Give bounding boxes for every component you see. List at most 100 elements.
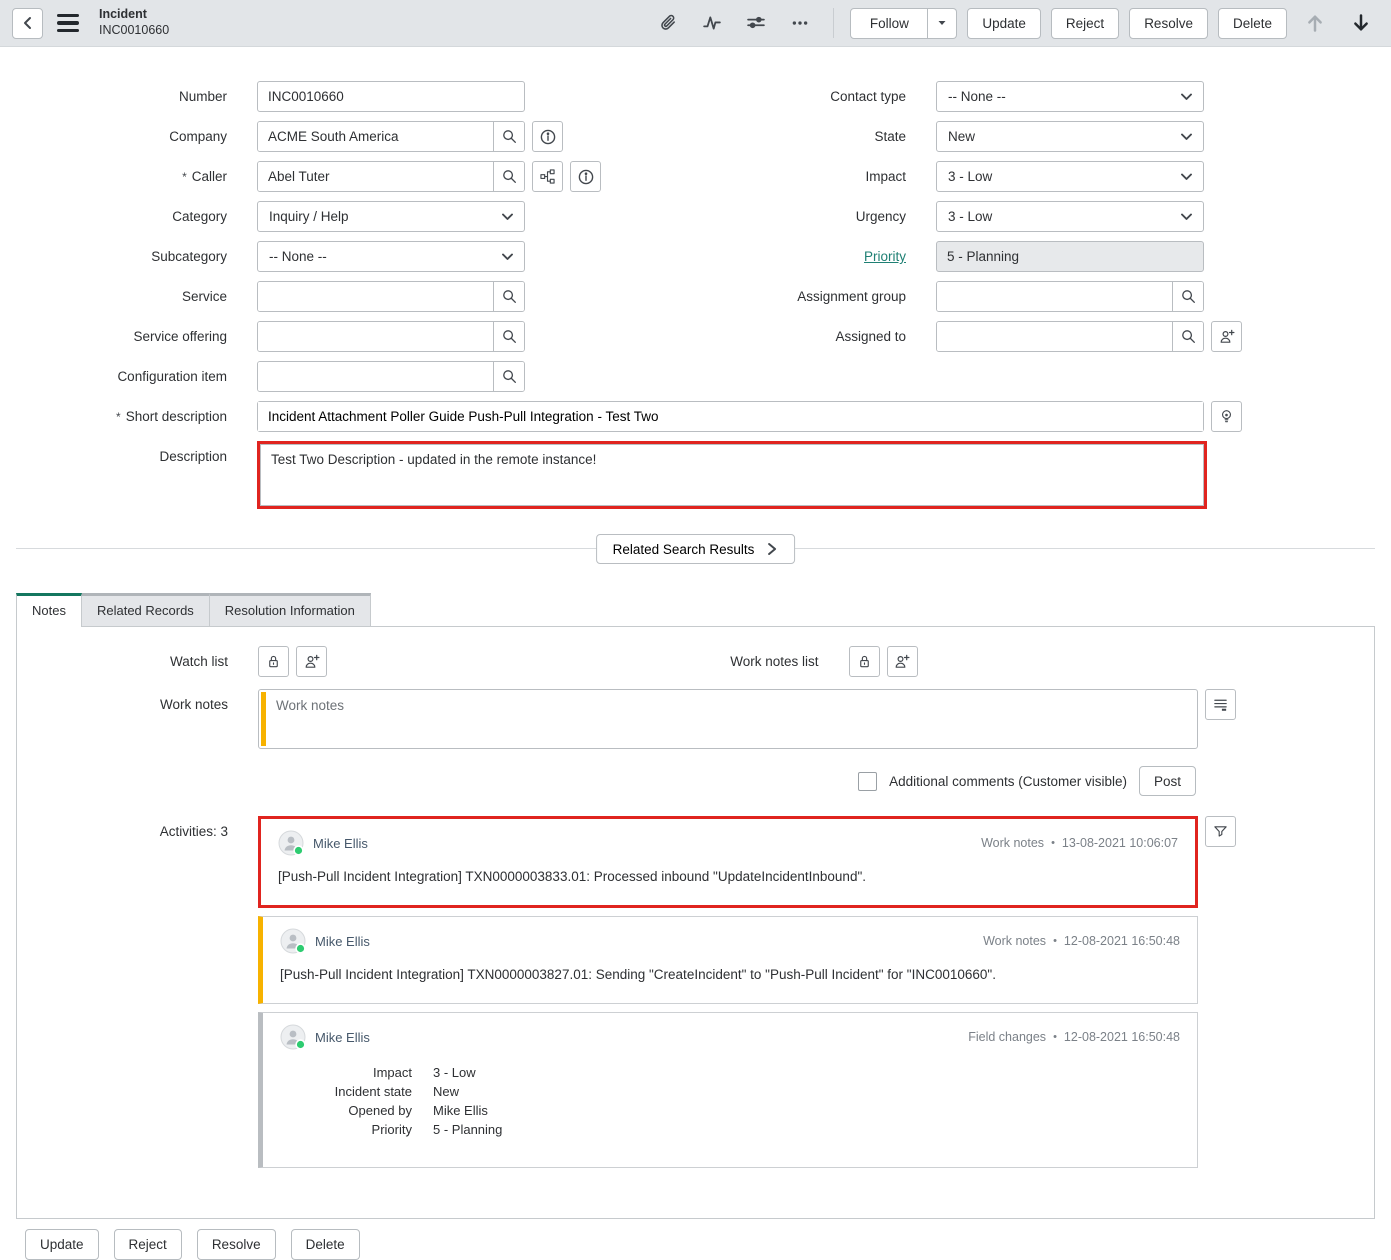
description-textarea[interactable]: Test Two Description - updated in the re… <box>260 444 1204 506</box>
resolve-button-footer[interactable]: Resolve <box>197 1229 276 1260</box>
next-record-icon[interactable] <box>1343 13 1379 33</box>
company-lookup-button[interactable] <box>493 122 524 151</box>
short-description-input[interactable] <box>258 402 1203 431</box>
service-offering-lookup-button[interactable] <box>493 322 524 351</box>
watch-list-add-person-button[interactable] <box>296 646 327 677</box>
field-change-name: Priority <box>280 1120 412 1139</box>
update-button-header[interactable]: Update <box>967 8 1041 39</box>
category-select[interactable]: Inquiry / Help <box>257 201 525 232</box>
assigned-to-lookup-button[interactable] <box>1172 322 1203 351</box>
work-notes-list-add-person-button[interactable] <box>887 646 918 677</box>
company-reference-field <box>257 121 525 152</box>
caller-show-related-button[interactable] <box>532 161 563 192</box>
resolve-button-header[interactable]: Resolve <box>1129 8 1208 39</box>
activities-count-label: Activities: 3 <box>17 816 258 839</box>
configuration-item-lookup-button[interactable] <box>493 362 524 391</box>
chevron-left-icon <box>20 15 36 31</box>
person-plus-icon <box>1219 329 1235 345</box>
company-input[interactable] <box>258 122 493 151</box>
info-icon <box>578 169 594 185</box>
post-button[interactable]: Post <box>1139 766 1196 796</box>
tab-related-records[interactable]: Related Records <box>81 593 210 626</box>
service-reference-field <box>257 281 525 312</box>
chevron-down-icon <box>1181 173 1192 181</box>
follow-button[interactable]: Follow <box>850 8 928 39</box>
previous-record-icon[interactable] <box>1297 13 1333 33</box>
assign-to-me-button[interactable] <box>1211 321 1242 352</box>
tab-notes[interactable]: Notes <box>16 593 82 627</box>
reject-button-header[interactable]: Reject <box>1051 8 1119 39</box>
description-label: Description <box>0 441 257 464</box>
header-divider <box>833 8 834 38</box>
menu-icon[interactable] <box>57 14 79 33</box>
service-lookup-button[interactable] <box>493 282 524 311</box>
reject-button-footer[interactable]: Reject <box>114 1229 182 1260</box>
subcategory-select[interactable]: -- None -- <box>257 241 525 272</box>
caller-reference-field <box>257 161 525 192</box>
work-notes-list-lock-button[interactable] <box>849 646 880 677</box>
service-offering-input[interactable] <box>258 322 493 351</box>
number-input[interactable] <box>257 81 525 112</box>
attachment-icon[interactable] <box>651 8 685 39</box>
back-button[interactable] <box>12 8 43 39</box>
urgency-select[interactable]: 3 - Low <box>936 201 1204 232</box>
stream-display-button[interactable] <box>1205 689 1236 720</box>
caller-input[interactable] <box>258 162 493 191</box>
service-input[interactable] <box>258 282 493 311</box>
watch-list-label: Watch list <box>17 654 258 669</box>
activity-stream-icon[interactable] <box>695 8 729 39</box>
additional-comments-checkbox[interactable] <box>858 772 877 791</box>
delete-button-header[interactable]: Delete <box>1218 8 1287 39</box>
delete-button-footer[interactable]: Delete <box>291 1229 360 1260</box>
more-options-icon[interactable] <box>783 8 817 39</box>
activity-type: Work notes <box>981 836 1044 850</box>
tab-resolution-information[interactable]: Resolution Information <box>209 593 371 626</box>
field-change-value: Mike Ellis <box>433 1101 488 1120</box>
info-icon <box>540 129 556 145</box>
activity-type: Work notes <box>983 934 1046 948</box>
assignment-group-label: Assignment group <box>698 289 936 304</box>
lock-icon <box>266 654 281 669</box>
avatar <box>280 1024 306 1050</box>
assignment-group-input[interactable] <box>937 282 1172 311</box>
suggestion-button[interactable] <box>1211 401 1242 432</box>
assignment-group-lookup-button[interactable] <box>1172 282 1203 311</box>
activity-timestamp: 12-08-2021 16:50:48 <box>1064 934 1180 948</box>
org-chart-icon <box>540 169 555 184</box>
personalize-form-icon[interactable] <box>739 8 773 39</box>
impact-select[interactable]: 3 - Low <box>936 161 1204 192</box>
follow-caret-button[interactable] <box>928 8 957 39</box>
related-search-results-button[interactable]: Related Search Results <box>596 534 796 564</box>
watch-list-lock-button[interactable] <box>258 646 289 677</box>
page-title: Incident INC0010660 <box>99 7 169 38</box>
work-notes-field <box>258 689 1198 749</box>
priority-readonly-field: 5 - Planning <box>936 241 1204 272</box>
activity-author: Mike Ellis <box>315 1030 370 1045</box>
state-select[interactable]: New <box>936 121 1204 152</box>
activity-text: [Push-Pull Incident Integration] TXN0000… <box>278 869 1178 890</box>
chevron-right-icon <box>766 542 778 556</box>
contact-type-select[interactable]: -- None -- <box>936 81 1204 112</box>
priority-link[interactable]: Priority <box>864 249 906 264</box>
caller-preview-button[interactable] <box>570 161 601 192</box>
follow-split-button: Follow <box>850 8 957 39</box>
lock-icon <box>857 654 872 669</box>
tab-strip: Notes Related Records Resolution Informa… <box>16 593 1375 626</box>
activity-filter-button[interactable] <box>1205 816 1236 847</box>
header-bar: Incident INC0010660 Follow Update Reject… <box>0 0 1391 47</box>
required-icon: * <box>116 410 121 424</box>
caller-lookup-button[interactable] <box>493 162 524 191</box>
incident-form: Number Company *Caller <box>0 47 1391 509</box>
configuration-item-input[interactable] <box>258 362 493 391</box>
search-icon <box>502 289 517 304</box>
impact-label: Impact <box>698 169 936 184</box>
activity-timestamp: 12-08-2021 16:50:48 <box>1064 1030 1180 1044</box>
activity-stream: Mike Ellis Work notes • 13-08-2021 10:06… <box>258 816 1198 1176</box>
work-notes-textarea[interactable] <box>259 690 1197 748</box>
activity-type: Field changes <box>968 1030 1046 1044</box>
update-button-footer[interactable]: Update <box>25 1229 99 1260</box>
number-label: Number <box>0 89 257 104</box>
company-preview-button[interactable] <box>532 121 563 152</box>
avatar <box>280 928 306 954</box>
assigned-to-input[interactable] <box>937 322 1172 351</box>
